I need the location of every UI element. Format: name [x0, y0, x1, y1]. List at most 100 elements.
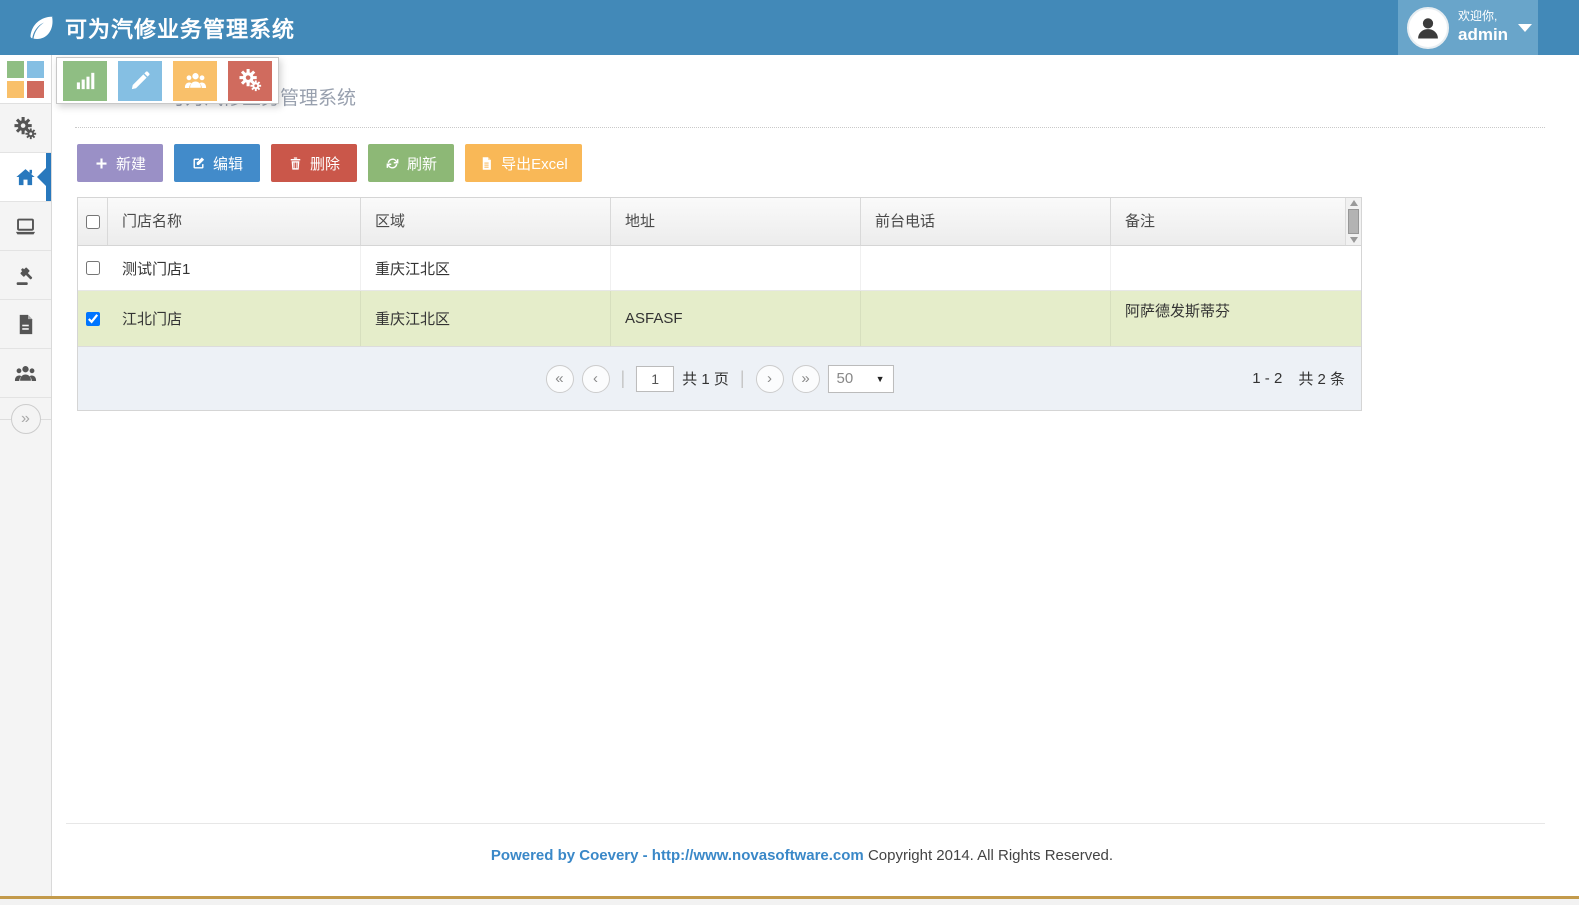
table-row[interactable]: 测试门店1 重庆江北区 — [78, 246, 1361, 291]
app-title: 可为汽修业务管理系统 — [65, 12, 295, 44]
scroll-up-icon[interactable] — [1350, 200, 1358, 206]
home-icon — [14, 166, 37, 189]
cell-address: ASFASF — [611, 291, 861, 346]
person-icon — [1414, 14, 1442, 42]
footer-divider — [66, 823, 1545, 824]
sidebar-expand-area: » — [0, 398, 51, 440]
pager-separator: | — [740, 368, 745, 389]
document-icon — [14, 313, 37, 336]
quick-menu-reports-button[interactable] — [63, 61, 107, 101]
edit-button-label: 编辑 — [213, 153, 243, 174]
username-text: admin — [1458, 24, 1508, 45]
leaf-logo-icon — [28, 14, 55, 41]
toolbar: 新建 编辑 删除 刷新 导出Excel — [77, 144, 582, 182]
sidebar-item-settings[interactable] — [0, 104, 51, 153]
prev-page-button[interactable]: ‹ — [581, 365, 609, 393]
table-row[interactable]: 江北门店 重庆江北区 ASFASF 阿萨德发斯蒂芬 — [78, 291, 1361, 346]
grid-square-orange — [7, 81, 24, 98]
copyright-text: Copyright 2014. All Rights Reserved. — [868, 847, 1113, 864]
user-info: 欢迎你, admin — [1458, 9, 1508, 45]
pager-separator: | — [620, 368, 625, 389]
row-checkbox-cell — [78, 246, 108, 290]
trash-icon — [288, 156, 303, 171]
page-number-input[interactable] — [636, 366, 674, 392]
gears-icon — [14, 117, 37, 140]
quick-menu-edit-button[interactable] — [118, 61, 162, 101]
users-icon — [184, 69, 207, 92]
table-header-row: 门店名称 区域 地址 前台电话 备注 — [78, 198, 1361, 246]
divider — [75, 127, 1545, 128]
next-page-button[interactable]: › — [756, 365, 784, 393]
chevron-down-icon: ▼ — [876, 374, 885, 384]
last-page-button[interactable]: » — [792, 365, 820, 393]
app-window: 可为汽修业务管理系统 欢迎你, admin — [0, 0, 1579, 905]
column-header-region: 区域 — [361, 198, 611, 245]
footer: Powered by Coevery - http://www.novasoft… — [52, 847, 1552, 864]
sidebar-item-auction[interactable] — [0, 251, 51, 300]
plus-icon — [94, 156, 109, 171]
pagination-controls: « ‹ | 共 1 页 | › » 50 ▼ — [545, 347, 893, 410]
cell-remark: 阿萨德发斯蒂芬 — [1111, 291, 1361, 346]
refresh-button[interactable]: 刷新 — [368, 144, 454, 182]
column-header-address: 地址 — [611, 198, 861, 245]
sidebar-item-users[interactable] — [0, 349, 51, 398]
page-size-select[interactable]: 50 ▼ — [828, 365, 894, 393]
refresh-icon — [385, 156, 400, 171]
export-excel-button-label: 导出Excel — [501, 153, 568, 174]
scroll-down-icon[interactable] — [1350, 237, 1358, 243]
sidebar: » — [0, 55, 52, 905]
column-header-remark: 备注 — [1111, 198, 1361, 245]
sidebar-item-workstation[interactable] — [0, 202, 51, 251]
export-excel-button[interactable]: 导出Excel — [465, 144, 582, 182]
row-checkbox-cell — [78, 291, 108, 346]
page-size-value: 50 — [837, 370, 854, 387]
powered-by-link[interactable]: Powered by Coevery - http://www.novasoft… — [491, 847, 864, 864]
edit-icon — [191, 156, 206, 171]
bar-chart-icon — [74, 69, 97, 92]
first-page-button[interactable]: « — [545, 365, 573, 393]
total-pages-label: 共 1 页 — [682, 368, 729, 389]
user-menu[interactable]: 欢迎你, admin — [1398, 0, 1538, 55]
top-header-bar: 可为汽修业务管理系统 欢迎你, admin — [0, 0, 1579, 55]
grid-square-red — [27, 81, 44, 98]
cell-store-name: 测试门店1 — [108, 246, 361, 290]
laptop-icon — [14, 215, 37, 238]
edit-button[interactable]: 编辑 — [174, 144, 260, 182]
cell-address — [611, 246, 861, 290]
gears-icon — [239, 69, 262, 92]
cell-phone — [861, 246, 1111, 290]
store-table: 门店名称 区域 地址 前台电话 备注 测试门店1 重庆江北区 — [77, 197, 1362, 411]
quick-menu-popup — [56, 57, 279, 104]
record-total-label: 共 2 条 — [1298, 368, 1345, 389]
avatar — [1407, 7, 1449, 49]
quick-menu-settings-button[interactable] — [228, 61, 272, 101]
select-all-checkbox[interactable] — [86, 215, 100, 229]
app-brand: 可为汽修业务管理系统 — [28, 0, 295, 55]
cell-region: 重庆江北区 — [361, 291, 611, 346]
chevron-double-right-icon[interactable]: » — [11, 404, 41, 434]
sidebar-item-home[interactable] — [0, 153, 51, 202]
welcome-text: 欢迎你, — [1458, 9, 1508, 24]
row-checkbox[interactable] — [86, 261, 100, 275]
vertical-scrollbar[interactable] — [1345, 198, 1361, 245]
grid-toggle-button[interactable] — [0, 55, 51, 104]
bottom-strip — [0, 899, 1579, 905]
column-header-phone: 前台电话 — [861, 198, 1111, 245]
record-range-label: 1 - 2 — [1252, 370, 1282, 387]
users-icon — [14, 362, 37, 385]
cell-remark — [1111, 246, 1361, 290]
quick-menu-users-button[interactable] — [173, 61, 217, 101]
pencil-icon — [129, 69, 152, 92]
delete-button-label: 删除 — [310, 153, 340, 174]
grid-square-green — [7, 61, 24, 78]
new-button[interactable]: 新建 — [77, 144, 163, 182]
cell-region: 重庆江北区 — [361, 246, 611, 290]
grid-square-blue — [27, 61, 44, 78]
delete-button[interactable]: 删除 — [271, 144, 357, 182]
scrollbar-thumb[interactable] — [1348, 209, 1359, 234]
select-all-cell — [78, 198, 108, 245]
row-checkbox[interactable] — [86, 312, 100, 326]
chevron-down-icon — [1518, 24, 1532, 32]
sidebar-item-documents[interactable] — [0, 300, 51, 349]
column-header-store-name: 门店名称 — [108, 198, 361, 245]
